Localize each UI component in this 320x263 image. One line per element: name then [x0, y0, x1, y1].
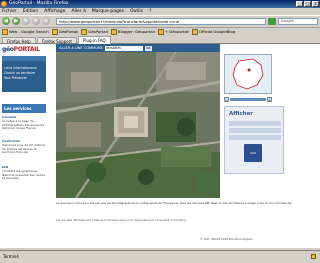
service-block: GéoPortail Visionnez plus de 20 millions… [2, 139, 46, 155]
left-sidebar: géoPORTAIL Liens internationaux Choisir … [0, 44, 48, 248]
zoom-out-button[interactable]: − [224, 96, 229, 102]
window-controls: _ □ x [296, 1, 319, 7]
layer-row[interactable] [229, 121, 281, 126]
service-block: CoLoNeL Accédez à la base de photographi… [2, 115, 46, 131]
navigation-toolbar: ◀ ▶ ↻ ✕ ⌂ http://www.geoportail.fr/index… [0, 15, 320, 26]
firefox-icon [1, 1, 7, 7]
home-icon[interactable]: ⌂ [42, 17, 50, 25]
window-title: GéoPortail - Mozilla Firefox [9, 1, 69, 6]
web-page: géoPORTAIL Liens internationaux Choisir … [0, 44, 320, 248]
layer-row[interactable] [229, 135, 281, 140]
status-bar: Terminé [0, 250, 320, 263]
reload-icon[interactable]: ↻ [22, 17, 30, 25]
bookmark-item[interactable]: GéoPortail [52, 28, 79, 35]
bookmark-item[interactable]: Official GoogleBlog [192, 28, 235, 35]
bookmarks-toolbar: Web - Google Search GéoPortail GéoPortai… [0, 27, 320, 35]
menu-tools[interactable]: Outils [130, 8, 143, 15]
right-panel: − + Afficher IGN [224, 44, 320, 248]
url-input[interactable]: http://www.geoportail.fr/index.do?transf… [56, 18, 266, 25]
search-input[interactable]: Google [278, 18, 318, 25]
commune-search-bar: ALLER A UNE COMMUNE Versailles OK [56, 44, 220, 52]
bookmark-item[interactable]: Blogger: Géoportail [111, 28, 155, 35]
commune-search-ok-button[interactable]: OK [144, 45, 152, 51]
menu-bar: Fichier Édition Affichage Aller à Marque… [0, 8, 320, 15]
aerial-photo [56, 52, 220, 198]
geoportail-logo[interactable]: géoPORTAIL [2, 46, 40, 53]
minimize-button[interactable]: _ [296, 1, 303, 7]
footer-copyright[interactable]: © IGN - BRGM 2006 Mentions légales [200, 237, 310, 241]
footer-small-text: Les données affichées sont celles de la … [56, 219, 187, 222]
tab-firefox-help[interactable]: Firefox Help [2, 37, 36, 44]
zoom-in-button[interactable]: + [267, 96, 272, 102]
status-text: Terminé [3, 254, 19, 259]
layer-row[interactable] [229, 128, 281, 133]
menu-file[interactable]: Fichier [2, 8, 17, 15]
ign-logo[interactable]: IGN [244, 144, 262, 162]
stop-icon[interactable]: ✕ [32, 17, 40, 25]
back-icon[interactable]: ◀ [2, 17, 10, 25]
zoom-slider[interactable] [230, 97, 266, 101]
overview-map[interactable] [224, 54, 272, 94]
services-header[interactable]: Les services [2, 104, 46, 113]
forward-icon[interactable]: ▶ [12, 17, 20, 25]
maximize-button[interactable]: □ [304, 1, 311, 7]
zoom-control: − + [224, 96, 272, 102]
tab-plugin-faq[interactable]: Plug-in FAQ [77, 36, 111, 44]
service-text: Accédez à la base de photographies aérie… [2, 118, 45, 131]
france-outline [232, 58, 264, 90]
commune-search-label: ALLER A UNE COMMUNE [59, 46, 103, 50]
service-text: L'Institut Géographique National présent… [2, 168, 45, 181]
window-titlebar: GéoPortail - Mozilla Firefox _ □ x [0, 0, 320, 8]
service-text: Visionnez plus de 20 millions de photos … [2, 142, 46, 155]
logo-right-text: PORTAIL [13, 46, 40, 53]
menu-edit[interactable]: Édition [23, 8, 39, 15]
close-button[interactable]: x [312, 1, 319, 7]
tab-strip: Firefox Help Firefox Support Plug-in FAQ [0, 36, 320, 44]
menu-view[interactable]: Affichage [44, 8, 65, 15]
bookmark-item[interactable]: GéoPortail [81, 28, 108, 35]
commune-search-input[interactable]: Versailles [104, 45, 143, 51]
logo-left-text: géo [2, 46, 14, 53]
footer-notice: La donnée la moindre n'est pas une parti… [56, 201, 292, 205]
menu-bookmarks[interactable]: Marque-pages [92, 8, 124, 15]
territory-panel: Liens internationaux Choisir un territoi… [2, 56, 46, 92]
bookmark-item[interactable]: Web - Google Search [2, 28, 49, 35]
go-button[interactable] [268, 18, 276, 25]
lock-icon [311, 254, 316, 259]
afficher-title: Afficher [229, 111, 254, 117]
aerial-map[interactable] [56, 52, 220, 198]
menu-help[interactable]: ? [149, 8, 151, 15]
layers-panel: Afficher [224, 106, 284, 174]
tab-firefox-support[interactable]: Firefox Support [36, 37, 77, 44]
service-block: IGN L'Institut Géographique National pré… [2, 165, 46, 181]
panel-link-all[interactable]: Tout Présenter [2, 76, 46, 81]
bookmark-item[interactable]: + Géoportail [158, 28, 189, 35]
menu-go[interactable]: Aller à [71, 8, 85, 15]
